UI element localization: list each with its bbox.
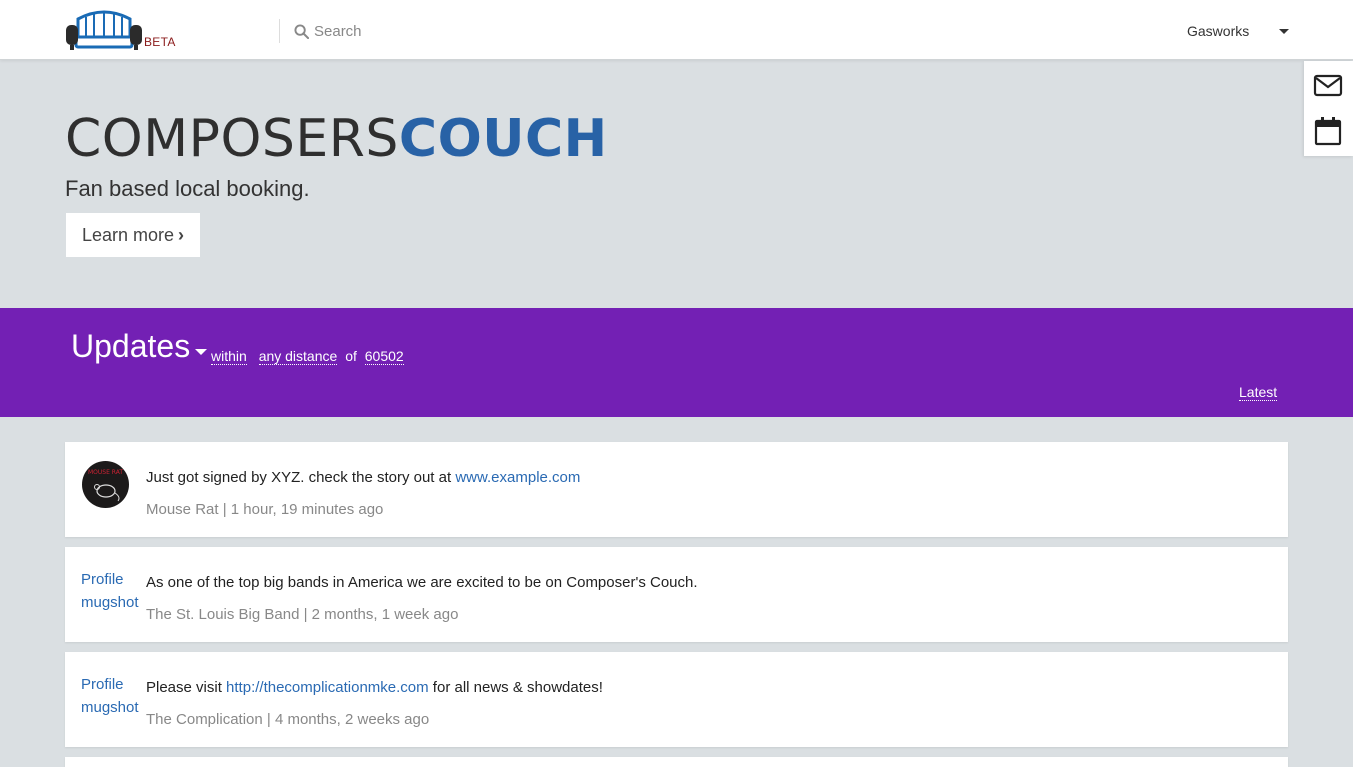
avatar[interactable]: MOUSE RAT — [82, 461, 129, 508]
feed-time: 2 months, 1 week ago — [311, 606, 459, 623]
zip-filter[interactable]: 60502 — [364, 348, 404, 365]
feed-time: 4 months, 2 weeks ago — [274, 711, 430, 728]
feed-message: As one of the top big bands in America w… — [146, 574, 698, 591]
message-link[interactable]: www.example.com — [455, 469, 580, 486]
learn-more-button[interactable]: Learn more › — [66, 213, 200, 257]
updates-title: Updates — [71, 328, 191, 364]
sort-latest-link[interactable]: Latest — [1239, 384, 1278, 401]
message-text-after: for all news & showdates! — [428, 679, 603, 696]
message-text: Please visit — [146, 679, 227, 696]
feed-item: Profile mugshot Please visit http://thec… — [65, 652, 1288, 747]
updates-filters: within any distance of 60502 — [211, 348, 404, 365]
title-part-composers: COMPOSERS — [65, 109, 399, 169]
feed-message: Just got signed by XYZ. check the story … — [146, 469, 580, 486]
top-navbar: BETA Gasworks — [0, 0, 1353, 60]
feed-author: Mouse Rat — [146, 501, 219, 518]
feed-meta: The St. Louis Big Band | 2 months, 1 wee… — [146, 606, 459, 623]
chevron-down-icon — [195, 348, 208, 355]
couch-logo-icon[interactable] — [64, 9, 144, 51]
user-menu[interactable]: Gasworks — [1187, 20, 1289, 42]
updates-dropdown[interactable]: Updates — [71, 328, 208, 365]
profile-mugshot-image[interactable]: Profile mugshot — [81, 568, 141, 614]
page-title: COMPOSERSCOUCH — [65, 110, 608, 168]
tagline: Fan based local booking. — [65, 176, 310, 201]
search-box[interactable] — [294, 18, 514, 44]
feed-item: Profile mugshot As one of the top big ba… — [65, 547, 1288, 642]
user-name: Gasworks — [1187, 23, 1250, 39]
feed-item — [65, 757, 1288, 767]
distance-filter[interactable]: any distance — [258, 348, 338, 365]
message-text: Just got signed by XYZ. check the story … — [146, 469, 456, 486]
feed-message: Please visit http://thecomplicationmke.c… — [146, 679, 603, 696]
calendar-icon[interactable] — [1313, 116, 1343, 146]
feed-meta: Mouse Rat | 1 hour, 19 minutes ago — [146, 501, 384, 518]
envelope-icon[interactable] — [1313, 70, 1343, 100]
within-filter[interactable]: within — [211, 348, 247, 365]
chevron-right-icon: › — [178, 224, 185, 245]
svg-text:MOUSE RAT: MOUSE RAT — [88, 469, 123, 476]
nav-divider — [279, 19, 280, 43]
of-label: of — [345, 348, 357, 364]
search-input[interactable] — [314, 22, 514, 40]
chevron-down-icon — [1279, 29, 1289, 34]
feed-author: The Complication — [146, 711, 263, 728]
profile-mugshot-image[interactable]: Profile mugshot — [81, 673, 141, 719]
updates-band: Updates within any distance of 60502 Lat… — [0, 308, 1353, 417]
feed-author: The St. Louis Big Band — [146, 606, 300, 623]
feed-time: 1 hour, 19 minutes ago — [230, 501, 384, 518]
search-icon — [294, 23, 309, 39]
feed-item: MOUSE RAT Just got signed by XYZ. check … — [65, 442, 1288, 537]
title-part-couch: COUCH — [398, 109, 608, 169]
side-tools-panel — [1304, 61, 1353, 156]
learn-more-label: Learn more — [81, 224, 175, 245]
beta-label: BETA — [144, 35, 176, 49]
message-text: As one of the top big bands in America w… — [146, 574, 698, 591]
message-link[interactable]: http://thecomplicationmke.com — [226, 679, 429, 696]
feed-meta: The Complication | 4 months, 2 weeks ago — [146, 711, 430, 728]
